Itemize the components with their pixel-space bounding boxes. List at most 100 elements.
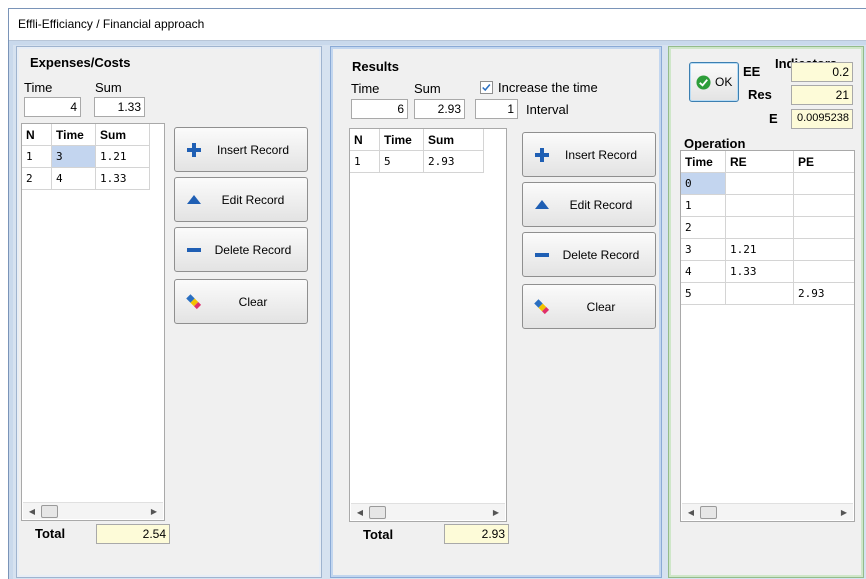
column-header-time[interactable]: Time bbox=[380, 129, 424, 151]
cell-pe[interactable] bbox=[794, 195, 854, 217]
scroll-thumb[interactable] bbox=[41, 505, 58, 518]
table-row[interactable]: 0 bbox=[681, 173, 854, 195]
expenses-total-label: Total bbox=[35, 526, 66, 541]
cell-time[interactable]: 1 bbox=[681, 195, 726, 217]
cell-time[interactable]: 4 bbox=[681, 261, 726, 283]
table-row[interactable]: 2 bbox=[681, 217, 854, 239]
eraser-icon bbox=[186, 294, 202, 310]
cell-sum[interactable]: 1.33 bbox=[96, 168, 150, 190]
table-row[interactable]: 1 3 1.21 bbox=[22, 146, 164, 168]
button-label: Delete Record bbox=[214, 243, 292, 257]
results-horizontal-scrollbar[interactable]: ◀ ▶ bbox=[351, 503, 505, 520]
cell-pe[interactable] bbox=[794, 217, 854, 239]
scroll-right-icon[interactable]: ▶ bbox=[147, 505, 161, 518]
scroll-thumb[interactable] bbox=[369, 506, 386, 519]
scroll-right-icon[interactable]: ▶ bbox=[489, 506, 503, 519]
cell-pe[interactable] bbox=[794, 173, 854, 195]
button-label: Edit Record bbox=[569, 198, 633, 212]
triangle-up-icon bbox=[535, 200, 549, 209]
cell-re[interactable] bbox=[726, 217, 794, 239]
column-header-sum[interactable]: Sum bbox=[96, 124, 150, 146]
cell-time[interactable]: 4 bbox=[52, 168, 96, 190]
expenses-time-input[interactable]: 4 bbox=[24, 97, 81, 117]
scroll-left-icon[interactable]: ◀ bbox=[353, 506, 367, 519]
column-header-pe[interactable]: PE bbox=[794, 151, 854, 173]
triangle-up-icon bbox=[187, 195, 201, 204]
cell-time[interactable]: 5 bbox=[380, 151, 424, 173]
expenses-delete-record-button[interactable]: Delete Record bbox=[174, 227, 308, 272]
plus-icon bbox=[187, 143, 201, 157]
cell-pe[interactable]: 2.93 bbox=[794, 283, 854, 305]
cell-sum[interactable]: 2.93 bbox=[424, 151, 484, 173]
e-label: E bbox=[769, 111, 778, 126]
cell-pe[interactable] bbox=[794, 261, 854, 283]
column-header-sum[interactable]: Sum bbox=[424, 129, 484, 151]
cell-re[interactable] bbox=[726, 195, 794, 217]
cell-time[interactable]: 3 bbox=[681, 239, 726, 261]
results-insert-record-button[interactable]: Insert Record bbox=[522, 132, 656, 177]
column-header-time[interactable]: Time bbox=[52, 124, 96, 146]
button-label: Insert Record bbox=[564, 148, 638, 162]
operation-grid[interactable]: Time RE PE 0 1 2 3 1.21 4 1.33 5 2.93 ◀ … bbox=[680, 150, 855, 522]
expenses-clear-button[interactable]: Clear bbox=[174, 279, 308, 324]
expenses-insert-record-button[interactable]: Insert Record bbox=[174, 127, 308, 172]
expenses-edit-record-button[interactable]: Edit Record bbox=[174, 177, 308, 222]
cell-pe[interactable] bbox=[794, 239, 854, 261]
scroll-left-icon[interactable]: ◀ bbox=[25, 505, 39, 518]
cell-time[interactable]: 0 bbox=[681, 173, 726, 195]
table-row[interactable]: 3 1.21 bbox=[681, 239, 854, 261]
results-interval-label: Interval bbox=[526, 102, 569, 117]
column-header-n[interactable]: N bbox=[350, 129, 380, 151]
column-header-re[interactable]: RE bbox=[726, 151, 794, 173]
ok-button[interactable]: OK bbox=[689, 62, 739, 102]
cell-time[interactable]: 2 bbox=[681, 217, 726, 239]
scroll-right-icon[interactable]: ▶ bbox=[837, 506, 851, 519]
cell-re[interactable] bbox=[726, 173, 794, 195]
eraser-icon bbox=[534, 299, 550, 315]
cell-re[interactable]: 1.21 bbox=[726, 239, 794, 261]
column-header-n[interactable]: N bbox=[22, 124, 52, 146]
results-time-input[interactable]: 6 bbox=[351, 99, 408, 119]
expenses-grid[interactable]: N Time Sum 1 3 1.21 2 4 1.33 ◀ ▶ bbox=[21, 123, 165, 521]
expenses-sum-label: Sum bbox=[95, 80, 122, 95]
cell-time[interactable]: 3 bbox=[52, 146, 96, 168]
cell-n[interactable]: 1 bbox=[22, 146, 52, 168]
table-row[interactable]: 1 5 2.93 bbox=[350, 151, 506, 173]
results-clear-button[interactable]: Clear bbox=[522, 284, 656, 329]
expenses-horizontal-scrollbar[interactable]: ◀ ▶ bbox=[23, 502, 163, 519]
results-total-label: Total bbox=[363, 527, 394, 542]
table-row[interactable]: 5 2.93 bbox=[681, 283, 854, 305]
cell-time[interactable]: 5 bbox=[681, 283, 726, 305]
plus-icon bbox=[535, 148, 549, 162]
table-row[interactable]: 4 1.33 bbox=[681, 261, 854, 283]
cell-n[interactable]: 2 bbox=[22, 168, 52, 190]
cell-re[interactable] bbox=[726, 283, 794, 305]
cell-n[interactable]: 1 bbox=[350, 151, 380, 173]
cell-re[interactable]: 1.33 bbox=[726, 261, 794, 283]
results-grid-header: N Time Sum bbox=[350, 129, 506, 151]
ee-label: EE bbox=[743, 64, 761, 79]
column-header-time[interactable]: Time bbox=[681, 151, 726, 173]
indicators-panel: Indicators OK EE 0.2 Res 21 E 0.0095238 … bbox=[668, 46, 864, 578]
increase-time-checkbox[interactable] bbox=[480, 81, 493, 94]
table-row[interactable]: 1 bbox=[681, 195, 854, 217]
results-interval-input[interactable]: 1 bbox=[475, 99, 518, 119]
button-label: Edit Record bbox=[221, 193, 285, 207]
increase-time-label[interactable]: Increase the time bbox=[498, 80, 598, 95]
results-time-label: Time bbox=[351, 81, 380, 96]
results-grid[interactable]: N Time Sum 1 5 2.93 ◀ ▶ bbox=[349, 128, 507, 522]
operation-horizontal-scrollbar[interactable]: ◀ ▶ bbox=[682, 503, 853, 520]
title-bar[interactable]: Effli-Efficiancy / Financial approach bbox=[9, 9, 866, 41]
scroll-left-icon[interactable]: ◀ bbox=[684, 506, 698, 519]
table-row[interactable]: 2 4 1.33 bbox=[22, 168, 164, 190]
results-sum-input[interactable]: 2.93 bbox=[414, 99, 465, 119]
expenses-sum-input[interactable]: 1.33 bbox=[94, 97, 145, 117]
cell-sum[interactable]: 1.21 bbox=[96, 146, 150, 168]
expenses-time-label: Time bbox=[24, 80, 53, 95]
ee-value: 0.2 bbox=[791, 62, 853, 82]
results-delete-record-button[interactable]: Delete Record bbox=[522, 232, 656, 277]
results-heading: Results bbox=[352, 59, 399, 74]
results-edit-record-button[interactable]: Edit Record bbox=[522, 182, 656, 227]
scroll-thumb[interactable] bbox=[700, 506, 717, 519]
expenses-total-value: 2.54 bbox=[96, 524, 170, 544]
